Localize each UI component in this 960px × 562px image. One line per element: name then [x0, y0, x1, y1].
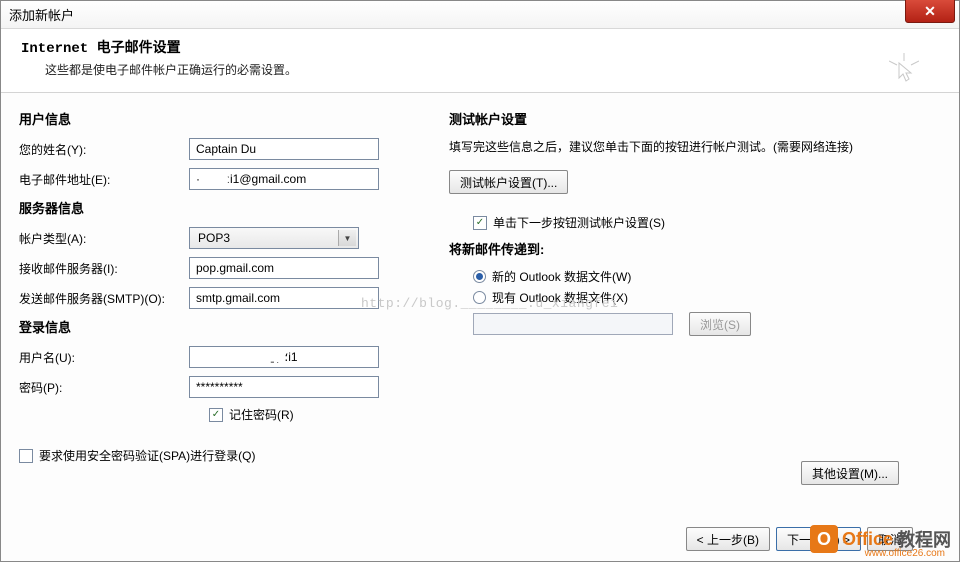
deliver-to-heading: 将新邮件传递到: [449, 239, 941, 258]
chevron-down-icon: ▼ [338, 230, 356, 246]
spa-checkbox[interactable] [19, 449, 33, 463]
server-info-heading: 服务器信息 [19, 198, 419, 217]
header-title: Internet 电子邮件设置 [21, 37, 943, 57]
cursor-decoration-icon [889, 53, 919, 86]
existing-datafile-radio[interactable] [473, 291, 486, 304]
test-settings-button[interactable]: 测试帐户设置(T)... [449, 170, 568, 194]
name-label: 您的姓名(Y): [19, 141, 189, 158]
test-on-next-label: 单击下一步按钮测试帐户设置(S) [493, 214, 665, 231]
close-button[interactable]: ✕ [905, 0, 955, 23]
more-settings-button[interactable]: 其他设置(M)... [801, 461, 899, 485]
test-on-next-checkbox[interactable] [473, 216, 487, 230]
email-input[interactable] [189, 168, 379, 190]
account-type-value: POP3 [192, 231, 230, 245]
password-input[interactable] [189, 376, 379, 398]
header-section: Internet 电子邮件设置 这些都是使电子邮件帐户正确运行的必需设置。 [1, 29, 959, 93]
remember-password-label: 记住密码(R) [229, 406, 294, 423]
new-datafile-radio[interactable] [473, 270, 486, 283]
email-label: 电子邮件地址(E): [19, 171, 189, 188]
user-info-heading: 用户信息 [19, 109, 419, 128]
new-datafile-label: 新的 Outlook 数据文件(W) [492, 268, 631, 285]
login-info-heading: 登录信息 [19, 317, 419, 336]
test-settings-heading: 测试帐户设置 [449, 109, 941, 128]
test-settings-description: 填写完这些信息之后，建议您单击下面的按钮进行帐户测试。(需要网络连接) [449, 138, 941, 156]
next-button[interactable]: 下一步(N) > [776, 527, 861, 551]
existing-datafile-input[interactable] [473, 313, 673, 335]
incoming-server-input[interactable] [189, 257, 379, 279]
username-label: 用户名(U): [19, 349, 189, 366]
browse-button[interactable]: 浏览(S) [689, 312, 751, 336]
existing-datafile-label: 现有 Outlook 数据文件(X) [492, 289, 628, 306]
username-input[interactable] [189, 346, 379, 368]
outgoing-server-input[interactable] [189, 287, 379, 309]
password-label: 密码(P): [19, 379, 189, 396]
watermark-url: www.office26.com [865, 548, 945, 559]
remember-password-checkbox[interactable] [209, 408, 223, 422]
back-button[interactable]: < 上一步(B) [686, 527, 770, 551]
window-title: 添加新帐户 [9, 5, 74, 24]
incoming-server-label: 接收邮件服务器(I): [19, 260, 189, 277]
account-type-label: 帐户类型(A): [19, 230, 189, 247]
header-description: 这些都是使电子邮件帐户正确运行的必需设置。 [45, 61, 943, 78]
spa-label: 要求使用安全密码验证(SPA)进行登录(Q) [39, 447, 255, 464]
outgoing-server-label: 发送邮件服务器(SMTP)(O): [19, 290, 189, 307]
titlebar: 添加新帐户 ✕ [1, 1, 959, 29]
name-input[interactable] [189, 138, 379, 160]
account-type-select[interactable]: POP3 ▼ [189, 227, 359, 249]
